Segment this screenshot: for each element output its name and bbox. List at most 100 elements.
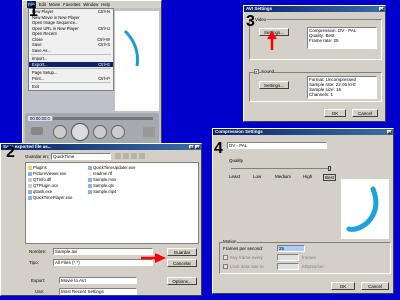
export-dialog-titlebar: Save exported file as...? × bbox=[1, 144, 201, 150]
use-settings-select[interactable]: Most Recent Settings bbox=[59, 288, 137, 295]
menu-favorites[interactable]: Favorites bbox=[63, 1, 80, 8]
export-format-select[interactable]: Movie to AVI bbox=[59, 277, 137, 284]
file-icon bbox=[88, 177, 92, 182]
player-window: File Edit Movie Favorites Window Help 00… bbox=[22, 0, 162, 150]
file-item[interactable]: QuickTimePlayer.exe bbox=[28, 195, 72, 200]
save-button[interactable]: Guardar bbox=[167, 248, 197, 256]
filename-input[interactable]: Sample.avi bbox=[53, 248, 153, 255]
red-arrow-icon bbox=[141, 253, 166, 263]
menu-movie[interactable]: Movie bbox=[49, 1, 60, 8]
quality-label: Quality bbox=[229, 158, 244, 163]
file-icon bbox=[28, 195, 32, 200]
menu-item-export[interactable]: Export... Ctrl+E bbox=[29, 61, 113, 67]
limit-rate-label: Limit data rate to bbox=[230, 264, 264, 269]
quality-tick-medium: Medium bbox=[275, 174, 292, 179]
timecode-display: 00:00:00:0 bbox=[28, 116, 52, 121]
view-menu-icon[interactable] bbox=[139, 153, 145, 159]
use-label: Use: bbox=[35, 289, 45, 294]
sound-info-box: Format: Uncompressed Sample rate: 22.05 … bbox=[307, 76, 377, 99]
rewind-button[interactable] bbox=[53, 125, 67, 139]
step-number-2: 2 bbox=[6, 144, 15, 161]
compression-settings-dialog: Compression Settings × DV - PAL Quality L… bbox=[212, 128, 394, 294]
close-icon[interactable]: × bbox=[195, 145, 200, 150]
quality-tick-low: Low bbox=[253, 174, 262, 179]
sound-checkbox[interactable]: ✔ bbox=[254, 69, 259, 74]
type-label: Tipo: bbox=[29, 260, 39, 265]
menu-item-save-as[interactable]: Save As... bbox=[29, 48, 113, 54]
new-folder-icon[interactable] bbox=[131, 153, 137, 159]
folder-select[interactable]: QuickTime bbox=[51, 153, 111, 160]
scrub-bar[interactable] bbox=[53, 117, 153, 120]
menu-separator bbox=[31, 82, 111, 83]
file-icon bbox=[28, 177, 32, 182]
ok-button[interactable]: OK bbox=[324, 109, 346, 117]
swirl-graphic bbox=[123, 29, 139, 67]
resize-grip[interactable] bbox=[143, 127, 155, 137]
file-item[interactable]: readme.rtf bbox=[88, 171, 112, 176]
file-list: Plugins PictureViewer.exe QTInfo.dll QTP… bbox=[25, 162, 199, 244]
video-info-line: Frame rate: 25 bbox=[309, 38, 339, 43]
close-icon[interactable]: × bbox=[379, 7, 384, 12]
codec-select[interactable]: DV - PAL bbox=[227, 142, 327, 149]
file-item[interactable]: qttask.exe bbox=[28, 189, 52, 194]
file-item[interactable]: QuickTimeUpdater.exe bbox=[88, 165, 135, 170]
quality-tick-high: High bbox=[303, 174, 313, 179]
step-number-1: 1 bbox=[29, 3, 38, 20]
avi-settings-title: AVI Settings bbox=[246, 6, 273, 11]
step-number-4: 4 bbox=[214, 140, 223, 157]
filetype-select[interactable]: All Files (*.*) bbox=[53, 259, 153, 266]
file-icon bbox=[88, 165, 92, 170]
sound-settings-button[interactable]: Settings... bbox=[259, 81, 289, 89]
folder-icon bbox=[28, 165, 32, 170]
folder-label: Guardar en: bbox=[25, 154, 50, 159]
menu-help[interactable]: Help bbox=[101, 1, 110, 8]
menu-window[interactable]: Window bbox=[83, 1, 98, 8]
file-item[interactable]: QTPlugin.ocx bbox=[28, 183, 58, 188]
keyframe-unit: frames bbox=[302, 255, 316, 260]
volume-icon[interactable] bbox=[31, 127, 43, 135]
file-item[interactable]: Sample.mov bbox=[88, 177, 116, 182]
close-icon[interactable]: × bbox=[387, 130, 392, 135]
fps-label: Frames per second: bbox=[223, 246, 264, 251]
keyframe-checkbox[interactable] bbox=[223, 255, 228, 260]
video-info-box: Compression: DV - PAL Quality: Best Fram… bbox=[307, 27, 377, 49]
motion-label: Motion bbox=[223, 239, 237, 244]
quality-track bbox=[231, 168, 331, 169]
keyframe-input[interactable] bbox=[277, 254, 299, 261]
menu-item-print[interactable]: Print... Ctrl+P bbox=[29, 76, 113, 82]
quality-slider[interactable] bbox=[231, 166, 331, 171]
forward-button[interactable] bbox=[93, 125, 107, 139]
step-number-3: 3 bbox=[246, 13, 255, 30]
file-icon bbox=[28, 189, 32, 194]
up-folder-icon[interactable] bbox=[123, 153, 129, 159]
file-icon bbox=[88, 171, 92, 176]
cancel-button[interactable]: Cancel bbox=[361, 282, 389, 290]
limit-rate-checkbox[interactable] bbox=[223, 264, 228, 269]
limit-rate-input[interactable] bbox=[277, 263, 299, 270]
file-item[interactable]: Sample.qtx bbox=[88, 183, 114, 188]
file-item[interactable]: PictureViewer.exe bbox=[28, 171, 66, 176]
folder-toolbar bbox=[115, 153, 145, 160]
cancel-button[interactable]: Cancel bbox=[352, 109, 378, 117]
sound-info-line: Channels: 1 bbox=[309, 92, 334, 97]
compression-titlebar: Compression Settings × bbox=[213, 129, 393, 135]
file-icon bbox=[88, 183, 92, 188]
file-item[interactable]: Plugins bbox=[28, 165, 47, 170]
menu-edit[interactable]: Edit bbox=[39, 1, 46, 8]
avi-settings-dialog: AVI Settings × Video Settings... Compress… bbox=[243, 5, 386, 122]
ok-button[interactable]: OK bbox=[331, 282, 355, 290]
file-item[interactable]: Sample.mp4 bbox=[88, 189, 117, 194]
back-icon[interactable] bbox=[115, 153, 121, 159]
file-icon bbox=[28, 171, 32, 176]
cancel-button[interactable]: Cancelar bbox=[167, 259, 197, 267]
play-button[interactable] bbox=[71, 123, 89, 141]
player-menubar: File Edit Movie Favorites Window Help bbox=[23, 1, 161, 8]
end-button[interactable] bbox=[111, 125, 125, 139]
file-item[interactable]: QTInfo.dll bbox=[28, 177, 51, 182]
fps-select[interactable]: 25 bbox=[277, 245, 305, 252]
menu-item-exit[interactable]: Exit bbox=[29, 84, 113, 90]
help-icon[interactable]: ? bbox=[189, 145, 194, 150]
compression-title: Compression Settings bbox=[215, 129, 263, 134]
options-button[interactable]: Options... bbox=[167, 277, 197, 285]
quality-slider-thumb[interactable] bbox=[328, 166, 331, 171]
